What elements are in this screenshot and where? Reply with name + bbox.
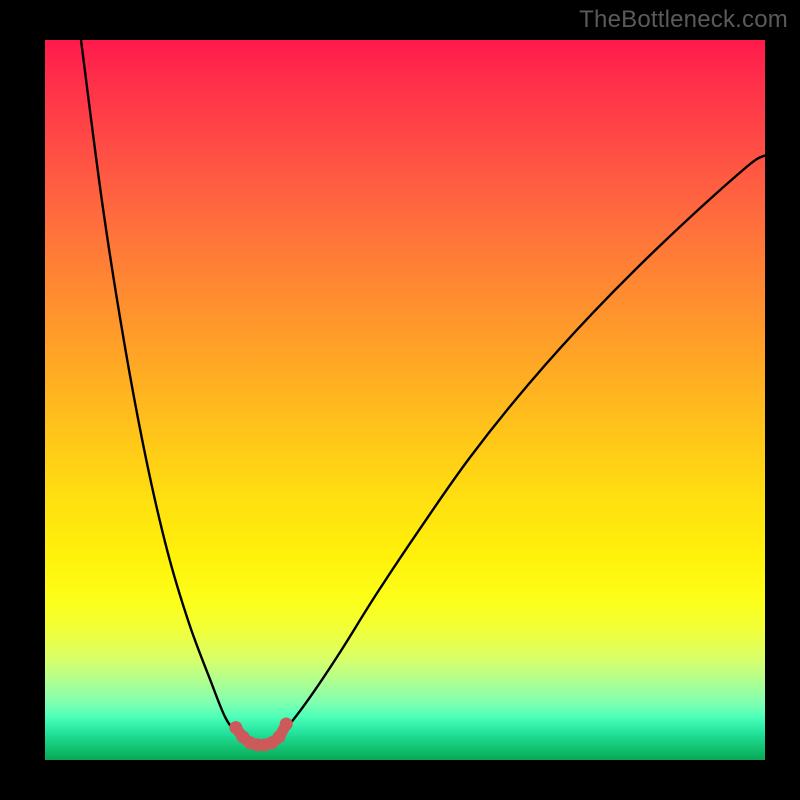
valley-marker-dot bbox=[280, 718, 293, 731]
watermark-text: TheBottleneck.com bbox=[579, 6, 788, 34]
curve-right-branch bbox=[275, 155, 765, 738]
curve-svg bbox=[45, 40, 765, 760]
chart-frame: TheBottleneck.com bbox=[0, 0, 800, 800]
plot-area bbox=[45, 40, 765, 760]
curve-left-branch bbox=[81, 40, 247, 738]
valley-marker-dots bbox=[229, 718, 292, 752]
valley-marker-dot bbox=[273, 730, 286, 743]
